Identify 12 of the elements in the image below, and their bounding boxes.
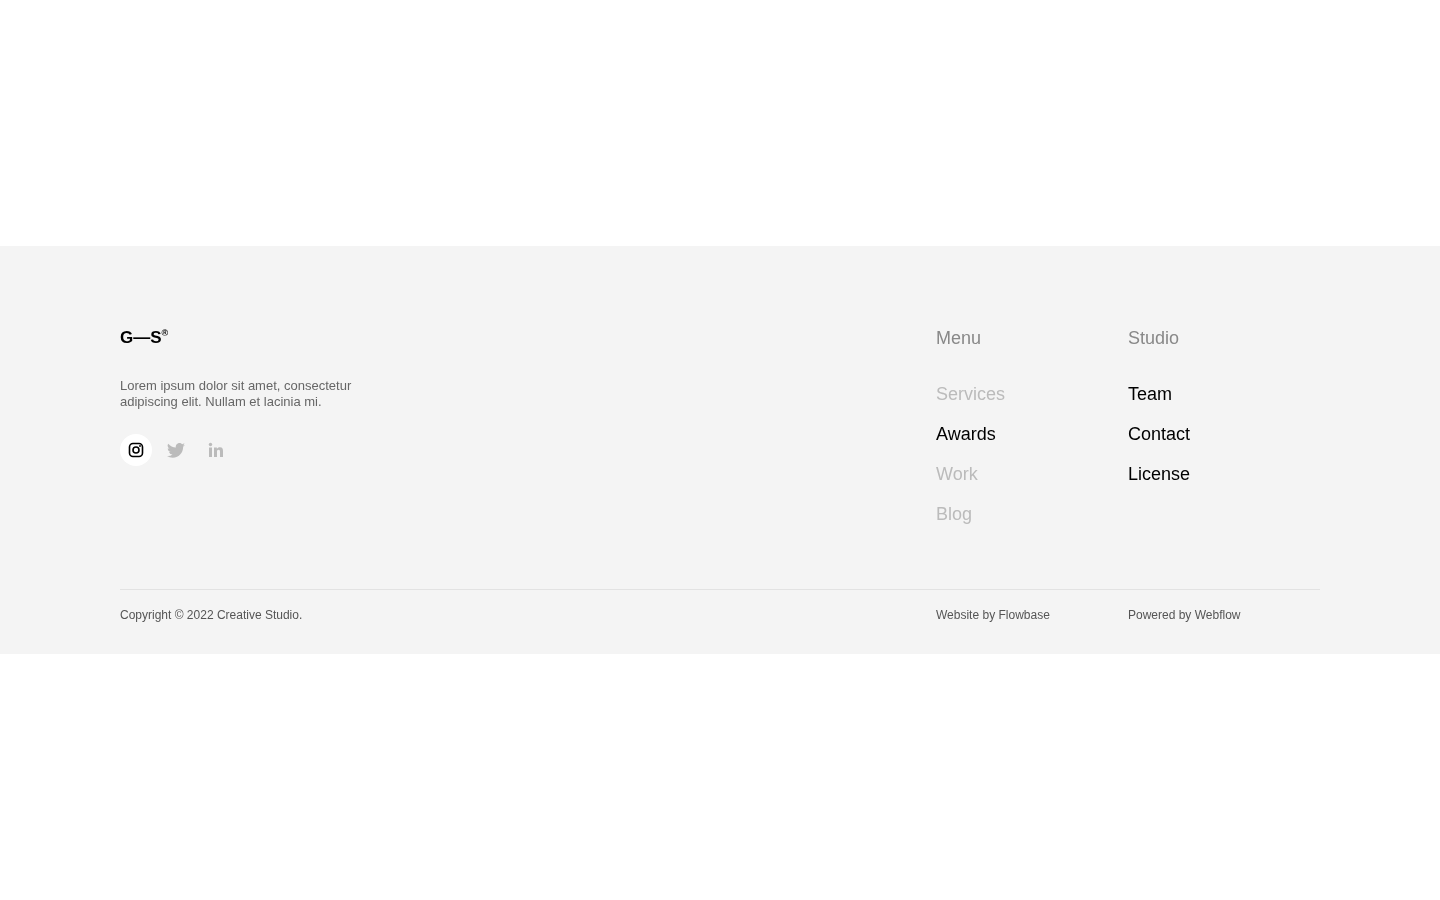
footer-link[interactable]: Contact — [1128, 423, 1191, 445]
logo[interactable]: G—S$^{®}$ — [120, 328, 380, 348]
footer-link[interactable]: Team — [1128, 383, 1172, 405]
copyright-text: Copyright © 2022 Creative Studio. — [120, 608, 303, 622]
instagram-icon[interactable] — [120, 434, 152, 466]
footer-description: Lorem ipsum dolor sit amet, consectetur adipiscing elit. Nullam et lacinia mi. — [120, 378, 353, 410]
footer-link[interactable]: Awards — [936, 423, 996, 445]
column-heading: Studio — [1128, 328, 1180, 349]
footer-link[interactable]: License — [1128, 463, 1191, 485]
credit-link[interactable]: Powered by Webflow — [1128, 608, 1320, 622]
credit-link[interactable]: Website by Flowbase — [936, 608, 1128, 622]
column-heading: Menu — [936, 328, 982, 349]
